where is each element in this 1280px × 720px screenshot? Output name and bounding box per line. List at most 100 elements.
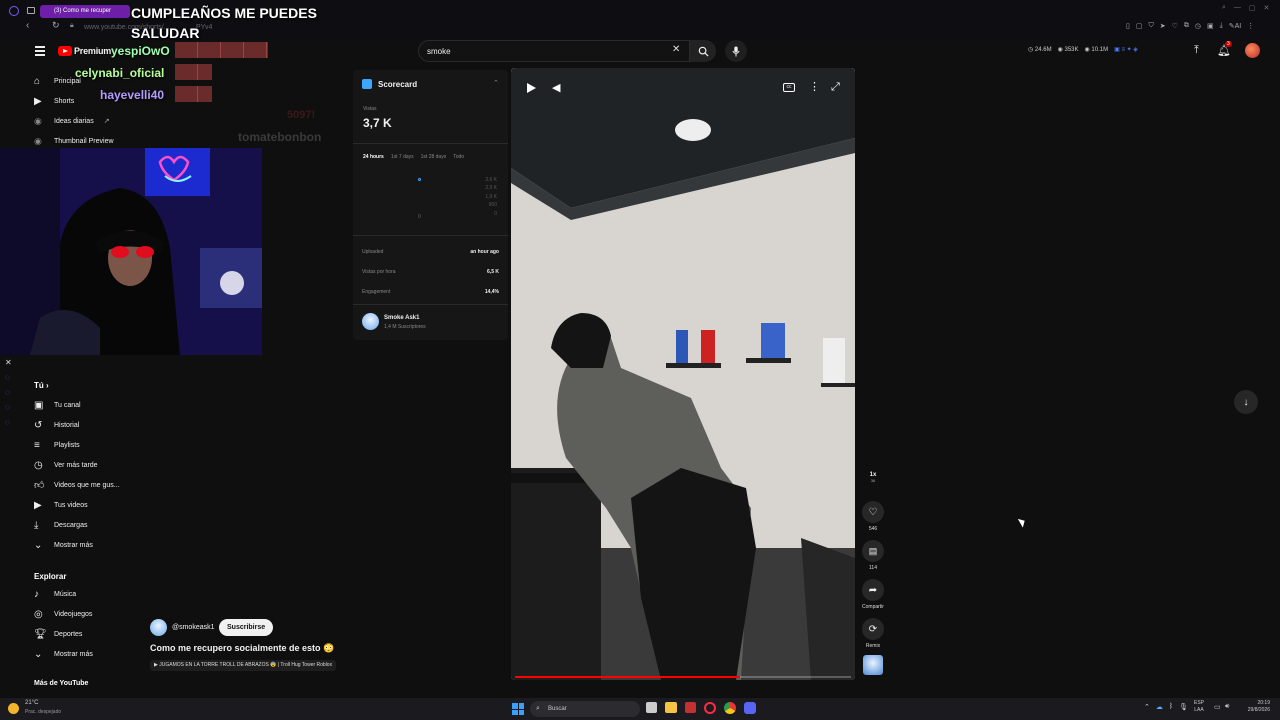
sidebar-item-musica[interactable]: ♪ Música (24, 584, 139, 604)
tab-7-days[interactable]: 1st 7 days (391, 154, 414, 160)
clock[interactable]: 20:19 29/8/2026 (1238, 700, 1270, 714)
bookmark-icon[interactable]: ▯ (1126, 22, 1130, 30)
voice-search-button[interactable] (725, 40, 747, 62)
next-short-button[interactable]: ↓ (1234, 390, 1258, 414)
progress-fill (515, 676, 741, 678)
minimize-icon[interactable]: — (1234, 4, 1241, 12)
share-button[interactable]: ➦ (862, 579, 884, 601)
close-icon[interactable]: ✕ (1264, 4, 1270, 12)
weather-icon[interactable] (8, 703, 19, 714)
speed-control[interactable]: 1x 36 (862, 472, 884, 483)
stat-subs: ◉ 353K (1057, 47, 1079, 53)
row-views-per-hour: Vistas por hora 6,5 K (362, 269, 499, 275)
thumbnail-icon: ◉ (34, 135, 42, 146)
sidebar-item-ideas[interactable]: ◉ Ideas diarias ↗ (24, 111, 139, 131)
chat-user-2: celynabi_oficial (75, 66, 165, 80)
sidebar-show-more-explore[interactable]: ⌄ Mostrar más (24, 644, 139, 664)
search-input[interactable]: smoke (418, 40, 690, 62)
progress-bar[interactable] (515, 676, 851, 678)
shield-icon[interactable]: ⛉ (1148, 22, 1153, 30)
browser-icon[interactable] (9, 6, 19, 16)
discord-icon[interactable] (744, 702, 756, 714)
scorecard-channel-name[interactable]: Smoke Ask1 (384, 315, 419, 321)
tray-chevron-icon[interactable]: ⌃ (1144, 703, 1150, 711)
language-indicator[interactable]: ESP LAA (1194, 700, 1204, 714)
tab-todo[interactable]: Todo (453, 154, 464, 160)
start-button[interactable] (512, 703, 524, 715)
browser-tab[interactable]: (3) Como me recuper (40, 5, 130, 18)
tab-28-days[interactable]: 1st 28 days (421, 154, 447, 160)
sidebar-section-you[interactable]: Tú › (34, 381, 49, 390)
network-icon[interactable]: ▭ (1214, 703, 1221, 711)
history-icon[interactable]: ◷ (1195, 22, 1201, 30)
maximize-icon[interactable]: ▢ (1249, 4, 1256, 12)
sidebar-item-liked-videos[interactable]: 👍︎ Videos que me gus... (24, 475, 139, 495)
back-icon[interactable]: ‹ (26, 20, 29, 31)
sound-thumbnail[interactable] (863, 655, 883, 675)
reload-icon[interactable]: ↻ (52, 20, 60, 31)
heart-icon[interactable]: ♡ (1172, 22, 1178, 30)
related-video-chip[interactable]: ▶ JUGAMOS EN LA TORRE TROLL DE ABRAZOS 😨… (150, 660, 337, 671)
sidebar-item-deportes[interactable]: 🏆︎ Deportes (24, 624, 139, 644)
channel-avatar[interactable] (362, 313, 379, 330)
speaker-icon[interactable]: 🔊︎ (1225, 703, 1229, 711)
chrome-icon[interactable] (724, 702, 736, 714)
extensions-icon[interactable]: ⧉ (1184, 22, 1189, 30)
short-channel-avatar[interactable] (150, 619, 167, 636)
remix-button[interactable]: ⟳ (862, 618, 884, 640)
store-icon[interactable] (685, 702, 696, 713)
sidebar-item-historial[interactable]: ↺ Historial (24, 415, 139, 435)
captions-icon: cc (786, 84, 792, 90)
file-explorer-icon[interactable] (665, 702, 677, 713)
download-icon[interactable]: ⤓ (1220, 22, 1223, 30)
wallet-icon[interactable]: ▣ (1207, 22, 1214, 30)
play-button[interactable] (525, 82, 539, 96)
panel-icon-4[interactable]: ◌ (5, 418, 17, 427)
hamburger-icon[interactable] (35, 46, 45, 56)
like-button[interactable]: ♡ (862, 501, 884, 523)
x-icon[interactable]: ✕ (5, 358, 17, 367)
fullscreen-button[interactable]: ⤢ (831, 81, 840, 94)
screenshot-icon[interactable]: ▢ (1136, 22, 1143, 30)
panel-icon-1[interactable]: ◌ (5, 373, 17, 382)
sidebar-show-more-you[interactable]: ⌄ Mostrar más (24, 535, 139, 555)
more-options-button[interactable]: ⋮ (809, 80, 820, 93)
ai-icon[interactable]: ✎AI (1229, 22, 1242, 30)
tab-24-hours[interactable]: 24 hours (363, 154, 384, 160)
task-view-icon[interactable] (646, 702, 657, 713)
sidebar-item-tus-videos[interactable]: ▶ Tus videos (24, 495, 139, 515)
chat-user-1: yespiOwO (111, 44, 170, 58)
sidebar-item-playlists[interactable]: ≡ Playlists (24, 435, 139, 455)
sidebar-item-tu-canal[interactable]: ▣ Tu canal (24, 395, 139, 415)
sidebar-item-ver-mas-tarde[interactable]: ◷ Ver más tarde (24, 455, 139, 475)
shorts-video-player[interactable]: ◀︎ cc ⋮ ⤢ (511, 68, 855, 680)
account-avatar[interactable] (1245, 43, 1260, 58)
mic-icon[interactable]: 🎙︎ (1179, 703, 1188, 711)
heart-icon: ♡ (868, 506, 878, 518)
collapse-icon[interactable]: ⌃ (493, 79, 499, 87)
search-tabs-icon[interactable]: ⌕ (1222, 4, 1226, 12)
sidebar-item-videojuegos[interactable]: ◎ Videojuegos (24, 604, 139, 624)
workspace-icon[interactable] (27, 7, 35, 14)
short-channel-handle[interactable]: @smokeask1 (172, 624, 215, 631)
search-icon (698, 46, 709, 57)
extension-icons[interactable]: ▣ ≡ ✦ ◈ (1114, 46, 1138, 53)
taskbar-search[interactable]: ⌕ Buscar (530, 701, 640, 717)
send-icon[interactable]: ➤ (1160, 22, 1166, 30)
menu-icon[interactable]: ⋮ (1247, 22, 1254, 30)
upload-icon[interactable]: ⤒ (1194, 44, 1199, 57)
notifications-button[interactable]: 🔔︎ 3 (1217, 41, 1232, 57)
search-button[interactable] (690, 40, 716, 62)
panel-icon-3[interactable]: ◌ (5, 403, 17, 412)
volume-button[interactable]: ◀︎ (552, 81, 560, 94)
clear-search-icon[interactable]: ✕ (672, 44, 680, 55)
bluetooth-icon[interactable]: ᛒ (1169, 703, 1173, 711)
youtube-logo[interactable]: Premium (58, 44, 111, 58)
opera-icon[interactable] (704, 702, 716, 714)
onedrive-icon[interactable]: ☁ (1156, 703, 1163, 711)
subscribe-button[interactable]: Suscribirse (219, 619, 274, 636)
comments-button[interactable]: ▤ (862, 540, 884, 562)
captions-button[interactable]: cc (783, 83, 795, 92)
panel-icon-2[interactable]: ◌ (5, 388, 17, 397)
sidebar-item-descargas[interactable]: ⤓ Descargas (24, 515, 139, 535)
